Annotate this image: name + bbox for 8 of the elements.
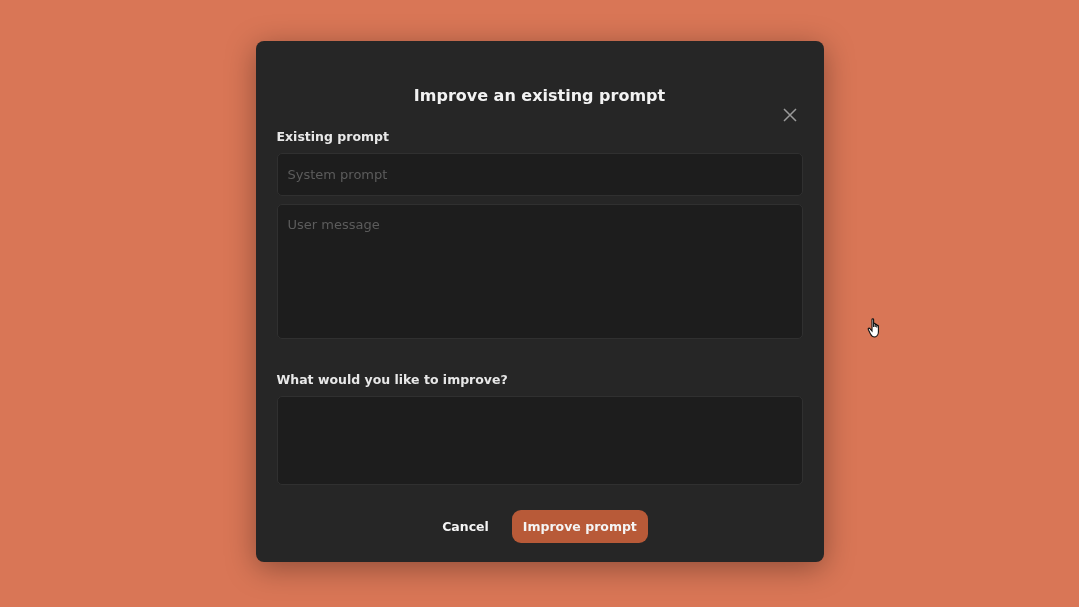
field-label: Existing prompt	[276, 129, 390, 145]
text-area[interactable]: User message	[276, 204, 803, 339]
field-label: What would you like to improve?	[276, 372, 509, 388]
dialog-title: Improve an existing prompt	[412, 85, 667, 107]
close-icon[interactable]	[782, 108, 797, 122]
cancel-button[interactable]: Cancel	[431, 510, 500, 543]
input-field[interactable]: System prompt	[276, 153, 803, 196]
improve-button[interactable]: Improve prompt	[511, 510, 648, 543]
